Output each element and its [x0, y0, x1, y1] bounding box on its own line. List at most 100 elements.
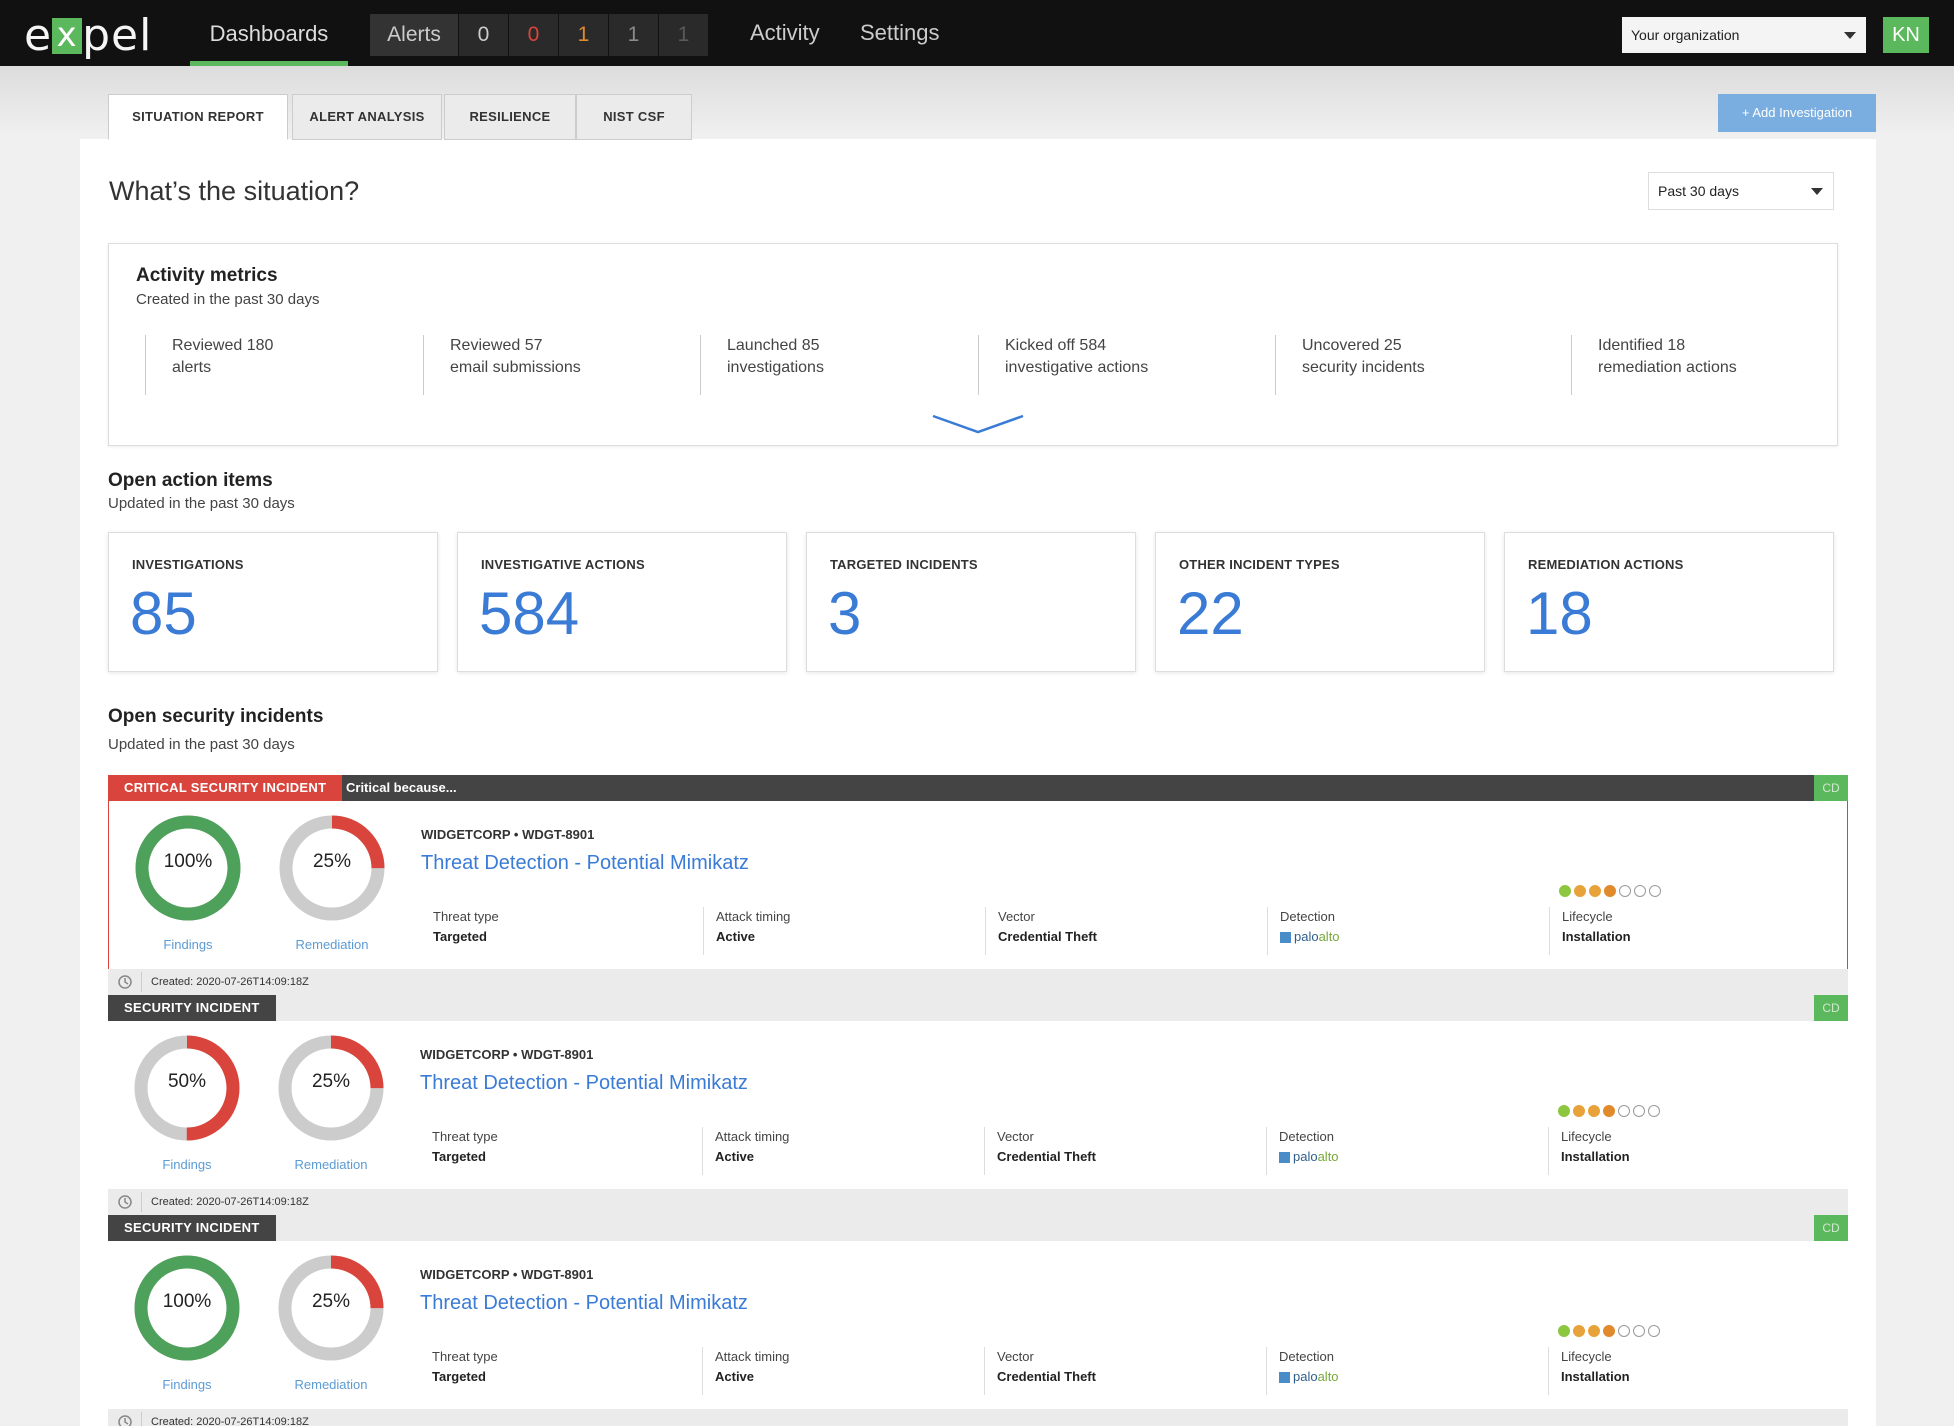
field-vector: Vector Credential Theft — [985, 907, 1255, 955]
date-range-select[interactable]: Past 30 days — [1648, 172, 1834, 210]
chevron-down-icon — [1811, 188, 1823, 195]
lifecycle-dot — [1633, 1325, 1645, 1337]
metric-item: Kicked off 584 investigative actions — [978, 335, 1148, 395]
alert-count-badge[interactable]: 0 — [508, 14, 558, 56]
lifecycle-dot — [1588, 1325, 1600, 1337]
field-detection: Detection paloalto — [1266, 1127, 1536, 1175]
incident-org-id: WIDGETCORP • WDGT-8901 — [420, 1047, 594, 1062]
incident-card[interactable]: SECURITY INCIDENT CD 100% 25% Findings Remedi… — [108, 1215, 1848, 1426]
lifecycle-dot — [1648, 1325, 1660, 1337]
incident-cd-badge[interactable]: CD — [1814, 775, 1848, 801]
findings-link[interactable]: Findings — [133, 937, 243, 952]
alert-count-badge[interactable]: 1 — [658, 14, 708, 56]
stat-card-investigations[interactable]: INVESTIGATIONS 85 — [108, 532, 438, 672]
metric-item: Uncovered 25 security incidents — [1275, 335, 1425, 395]
nav-settings[interactable]: Settings — [860, 20, 940, 46]
lifecycle-dot — [1559, 885, 1571, 897]
nav-activity[interactable]: Activity — [750, 20, 820, 46]
field-detection: Detection paloalto — [1267, 907, 1537, 955]
remediation-link[interactable]: Remediation — [276, 1377, 386, 1392]
incident-created: Created: 2020-07-26T14:09:18Z — [151, 976, 309, 988]
incident-card[interactable]: SECURITY INCIDENT CD 50% 25% Findings Remedia… — [108, 995, 1848, 1215]
incident-body: 50% 25% Findings Remediation WIDGETCORP • WD… — [108, 1021, 1848, 1215]
remediation-link[interactable]: Remediation — [277, 937, 387, 952]
incident-card[interactable]: CRITICAL SECURITY INCIDENT Critical becau… — [108, 775, 1848, 995]
nav-alerts[interactable]: Alerts — [370, 14, 458, 56]
lifecycle-dot — [1648, 1105, 1660, 1117]
field-detection: Detection paloalto — [1266, 1347, 1536, 1395]
open-action-items-subheading: Updated in the past 30 days — [108, 495, 295, 512]
lifecycle-dot — [1649, 885, 1661, 897]
open-incidents-heading: Open security incidents — [108, 706, 324, 727]
chevron-down-icon[interactable] — [930, 412, 1026, 436]
open-action-items-heading: Open action items — [108, 470, 273, 491]
remediation-percent: 25% — [311, 1291, 351, 1312]
incident-type-badge: SECURITY INCIDENT — [108, 1215, 276, 1241]
tab-situation-report[interactable]: SITUATION REPORT — [108, 94, 288, 140]
findings-link[interactable]: Findings — [132, 1377, 242, 1392]
incident-critical-reason[interactable]: Critical because... — [346, 775, 457, 801]
add-investigation-button[interactable]: + Add Investigation — [1718, 94, 1876, 132]
incident-header-bar — [108, 1215, 1848, 1241]
stat-card-investigative-actions[interactable]: INVESTIGATIVE ACTIONS 584 — [457, 532, 787, 672]
incident-title-link[interactable]: Threat Detection - Potential Mimikatz — [420, 1292, 748, 1315]
field-vector: Vector Credential Theft — [984, 1127, 1254, 1175]
metric-item: Launched 85 investigations — [700, 335, 824, 395]
incident-footer: Created: 2020-07-26T14:09:18Z — [108, 1189, 1848, 1215]
nav-dashboards[interactable]: Dashboards — [190, 0, 348, 66]
history-icon[interactable] — [116, 1414, 134, 1426]
tab-nist-csf[interactable]: NIST CSF — [576, 94, 692, 140]
lifecycle-dot — [1603, 1105, 1615, 1117]
alert-count-badge[interactable]: 1 — [558, 14, 608, 56]
incident-cd-badge[interactable]: CD — [1814, 1215, 1848, 1241]
incident-body: 100% 25% Findings Remediation WIDGETCORP • W… — [108, 1241, 1848, 1426]
alert-count-badge[interactable]: 0 — [458, 14, 508, 56]
date-range-value: Past 30 days — [1658, 183, 1739, 199]
stat-card-other-incident-types[interactable]: OTHER INCIDENT TYPES 22 — [1155, 532, 1485, 672]
remediation-percent: 25% — [312, 851, 352, 872]
incident-footer: Created: 2020-07-26T14:09:18Z — [108, 969, 1848, 995]
incident-title-link[interactable]: Threat Detection - Potential Mimikatz — [421, 852, 749, 875]
lifecycle-dot — [1604, 885, 1616, 897]
lifecycle-progress — [1559, 885, 1661, 897]
tab-alert-analysis[interactable]: ALERT ANALYSIS — [292, 94, 442, 140]
field-threat-type: Threat type Targeted — [432, 1349, 498, 1384]
tab-resilience[interactable]: RESILIENCE — [444, 94, 576, 140]
organization-select[interactable]: Your organization — [1622, 17, 1866, 53]
lifecycle-dot — [1558, 1105, 1570, 1117]
expel-logo[interactable]: e x pel — [24, 10, 152, 61]
metric-item: Identified 18 remediation actions — [1571, 335, 1737, 395]
stat-card-targeted-incidents[interactable]: TARGETED INCIDENTS 3 — [806, 532, 1136, 672]
lifecycle-dot — [1618, 1105, 1630, 1117]
field-lifecycle: Lifecycle Installation — [1548, 1347, 1818, 1395]
incident-type-badge: SECURITY INCIDENT — [108, 995, 276, 1021]
lifecycle-dot — [1558, 1325, 1570, 1337]
lifecycle-dot — [1603, 1325, 1615, 1337]
stat-card-remediation-actions[interactable]: REMEDIATION ACTIONS 18 — [1504, 532, 1834, 672]
history-icon[interactable] — [116, 1194, 134, 1210]
findings-link[interactable]: Findings — [132, 1157, 242, 1172]
lifecycle-dot — [1588, 1105, 1600, 1117]
incident-created: Created: 2020-07-26T14:09:18Z — [151, 1416, 309, 1426]
field-threat-type: Threat type Targeted — [433, 909, 499, 944]
incident-created: Created: 2020-07-26T14:09:18Z — [151, 1196, 309, 1208]
history-icon[interactable] — [116, 974, 134, 990]
findings-percent: 100% — [163, 851, 213, 872]
remediation-link[interactable]: Remediation — [276, 1157, 386, 1172]
incident-cd-badge[interactable]: CD — [1814, 995, 1848, 1021]
user-avatar[interactable]: KN — [1883, 17, 1929, 53]
page-title: What’s the situation? — [109, 176, 360, 206]
incident-header-bar — [108, 995, 1848, 1021]
field-threat-type: Threat type Targeted — [432, 1129, 498, 1164]
findings-percent: 50% — [167, 1071, 207, 1092]
alerts-group[interactable]: Alerts 0 0 1 1 1 — [370, 14, 708, 56]
organization-select-value: Your organization — [1631, 27, 1740, 43]
lifecycle-progress — [1558, 1325, 1660, 1337]
remediation-percent: 25% — [311, 1071, 351, 1092]
top-nav: e x pel Dashboards Alerts 0 0 1 1 1 Activi… — [0, 0, 1954, 66]
lifecycle-progress — [1558, 1105, 1660, 1117]
activity-metrics-heading: Activity metrics — [136, 265, 278, 286]
incident-org-id: WIDGETCORP • WDGT-8901 — [420, 1267, 594, 1282]
alert-count-badge[interactable]: 1 — [608, 14, 658, 56]
incident-title-link[interactable]: Threat Detection - Potential Mimikatz — [420, 1072, 748, 1095]
